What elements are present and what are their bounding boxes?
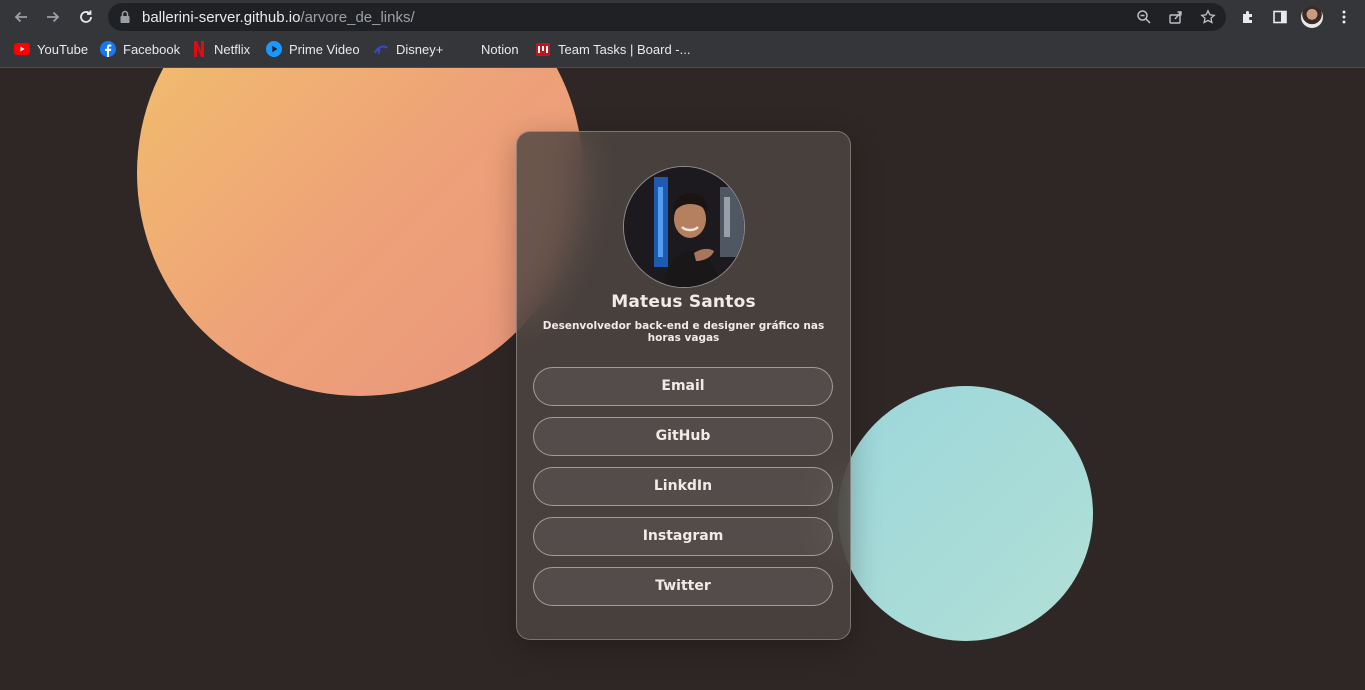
page-content: Mateus Santos Desenvolvedor back-end e d… <box>0 68 1365 690</box>
browser-chrome: ballerini-server.github.io/arvore_de_lin… <box>0 0 1365 68</box>
bookmark-star-button[interactable] <box>1198 7 1218 27</box>
bookmark-disney-plus[interactable]: Disney+ <box>373 39 443 59</box>
bookmark-label: Disney+ <box>396 41 444 57</box>
teal-decorative-circle <box>838 386 1093 641</box>
share-icon <box>1169 11 1182 24</box>
zoom-icon <box>1137 10 1151 24</box>
more-vert-icon <box>1342 10 1346 24</box>
bookmark-facebook[interactable]: Facebook <box>100 39 180 59</box>
link-tree-card: Mateus Santos Desenvolvedor back-end e d… <box>516 131 851 640</box>
disney-plus-icon <box>373 41 389 57</box>
github-link-button[interactable]: GitHub <box>533 417 833 456</box>
bookmark-netflix[interactable]: Netflix <box>191 39 250 59</box>
youtube-icon <box>14 41 30 57</box>
profile-photo <box>623 166 745 288</box>
side-panel-icon <box>1273 10 1287 24</box>
team-tasks-icon <box>535 41 551 57</box>
reload-button[interactable] <box>74 5 98 29</box>
profile-bio: Desenvolvedor back-end e designer gráfic… <box>542 320 825 344</box>
bookmark-label: Team Tasks | Board -... <box>558 41 691 57</box>
menu-button[interactable] <box>1332 5 1356 29</box>
reload-icon <box>80 10 92 23</box>
share-button[interactable] <box>1166 7 1186 27</box>
linkedin-link-button[interactable]: LinkdIn <box>533 467 833 506</box>
bookmark-team-tasks[interactable]: Team Tasks | Board -... <box>535 39 690 59</box>
facebook-icon <box>100 41 116 57</box>
url-domain: ballerini-server.github.io <box>142 9 301 26</box>
bookmark-label: Prime Video <box>289 41 360 57</box>
bookmark-label: Netflix <box>214 41 251 57</box>
profile-avatar[interactable] <box>1301 6 1323 28</box>
email-link-button[interactable]: Email <box>533 367 833 406</box>
extensions-button[interactable] <box>1236 5 1260 29</box>
url-text[interactable]: ballerini-server.github.io/arvore_de_lin… <box>142 9 415 26</box>
arrow-right-icon <box>47 11 60 23</box>
profile-photo-image <box>624 167 744 287</box>
zoom-button[interactable] <box>1134 7 1154 27</box>
bookmark-youtube[interactable]: YouTube <box>14 39 88 59</box>
browser-toolbar: ballerini-server.github.io/arvore_de_lin… <box>0 0 1365 34</box>
profile-name: Mateus Santos <box>611 292 756 312</box>
address-bar[interactable]: ballerini-server.github.io/arvore_de_lin… <box>108 3 1226 31</box>
star-icon <box>1200 9 1216 24</box>
notion-icon <box>458 41 474 57</box>
url-path: /arvore_de_links/ <box>300 9 415 26</box>
netflix-icon <box>191 41 207 57</box>
bookmarks-bar: YouTube Facebook Netflix Prime Video Dis… <box>0 36 1365 62</box>
twitter-link-button[interactable]: Twitter <box>533 567 833 606</box>
puzzle-icon <box>1243 11 1252 23</box>
bookmark-label: YouTube <box>37 41 89 57</box>
bookmark-prime-video[interactable]: Prime Video <box>266 39 360 59</box>
bookmark-notion[interactable]: Notion <box>458 39 519 59</box>
arrow-left-icon <box>14 11 27 23</box>
lock-icon[interactable] <box>119 10 131 24</box>
links-list: Email GitHub LinkdIn Instagram Twitter <box>533 367 833 617</box>
back-button[interactable] <box>9 5 33 29</box>
instagram-link-button[interactable]: Instagram <box>533 517 833 556</box>
bookmark-label: Facebook <box>123 41 181 57</box>
prime-video-icon <box>266 41 282 57</box>
side-panel-button[interactable] <box>1268 5 1292 29</box>
forward-button[interactable] <box>41 5 65 29</box>
bookmark-label: Notion <box>481 41 519 57</box>
